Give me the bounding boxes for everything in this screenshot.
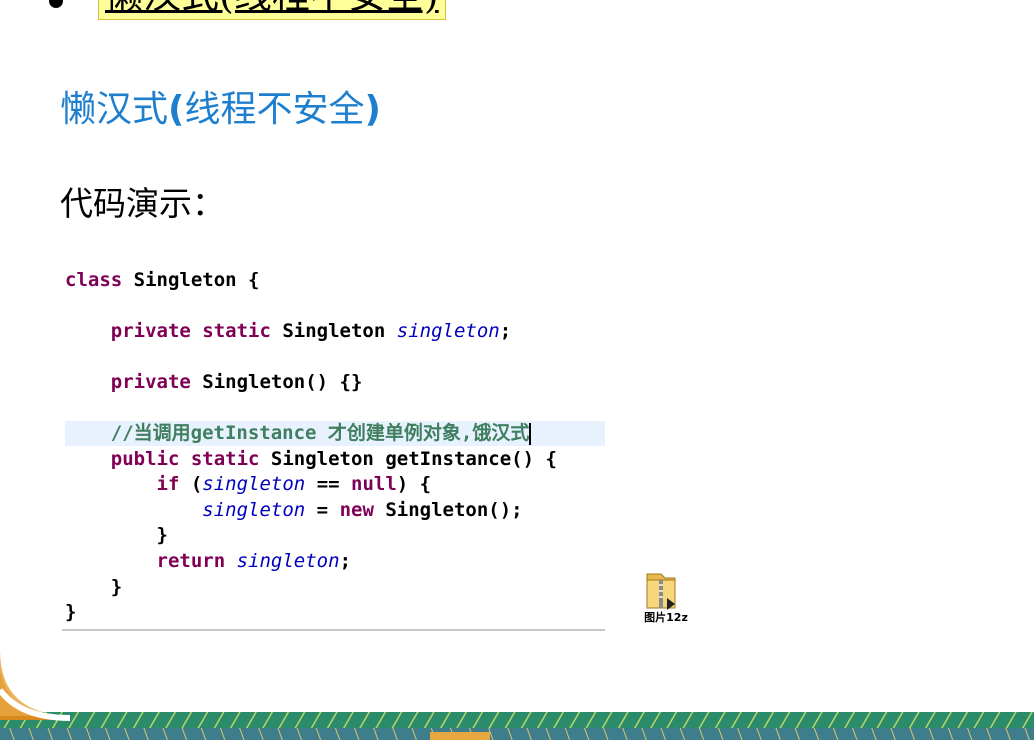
- code-snippet: class Singleton { private static Singlet…: [62, 265, 605, 631]
- code-field: singleton: [202, 473, 306, 495]
- code-keyword: return: [156, 550, 226, 572]
- section-title: 懒汉式(线程不安全): [60, 86, 381, 134]
- code-text: (: [179, 473, 203, 495]
- code-line-7: singleton = new Singleton();: [65, 498, 605, 523]
- code-keyword: public static: [110, 448, 260, 470]
- code-line-6: if (singleton == null) {: [65, 472, 605, 497]
- code-line-8: }: [65, 523, 605, 548]
- code-text: }: [110, 576, 123, 598]
- code-text: ==: [305, 473, 352, 495]
- code-text: }: [156, 524, 168, 546]
- code-text: Singleton();: [373, 499, 523, 521]
- code-text: =: [305, 499, 340, 521]
- code-text: Singleton getInstance() {: [259, 448, 557, 470]
- code-field: singleton: [396, 320, 500, 342]
- code-text: }: [65, 601, 77, 623]
- section-title-main: 懒汉式: [60, 89, 169, 130]
- code-text: ;: [499, 320, 512, 342]
- code-text: ;: [339, 550, 352, 572]
- code-line-3: private Singleton() {}: [65, 370, 605, 395]
- previous-heading: 懒汉式(线程不安全): [98, 0, 446, 20]
- code-line-5: public static Singleton getInstance() {: [65, 447, 605, 472]
- code-keyword: new: [339, 499, 374, 521]
- code-comment: //当调用getInstance 才创建单例对象,饿汉式: [110, 422, 530, 444]
- code-field: singleton: [236, 550, 340, 572]
- code-line-10: }: [65, 575, 605, 600]
- code-line-2: private static Singleton singleton;: [65, 319, 605, 344]
- code-keyword: private: [110, 371, 191, 393]
- section-title-paren-open: (: [168, 89, 185, 130]
- code-line-1: class Singleton {: [65, 268, 605, 293]
- code-text: Singleton() {}: [190, 371, 363, 393]
- code-keyword: class: [65, 269, 123, 291]
- code-line-4-highlighted: //当调用getInstance 才创建单例对象,饿汉式: [65, 421, 605, 446]
- code-keyword: if: [156, 473, 180, 495]
- decorative-footer-band: [0, 650, 1034, 740]
- code-text: Singleton: [270, 320, 397, 342]
- code-keyword: null: [351, 473, 397, 495]
- code-demo-label: 代码演示：: [60, 184, 225, 223]
- attachment-label[interactable]: 图片12z: [638, 609, 694, 625]
- code-line-11: }: [65, 600, 605, 625]
- section-title-paren-close: ): [364, 89, 381, 130]
- code-keyword: private static: [110, 320, 271, 342]
- section-title-sub: 线程不安全: [184, 89, 365, 130]
- code-field: singleton: [202, 499, 306, 521]
- code-text: Singleton {: [122, 269, 260, 291]
- code-line-9: return singleton;: [65, 549, 605, 574]
- code-text: ) {: [396, 473, 432, 495]
- bullet-dot: [49, 0, 63, 8]
- text-cursor: [529, 422, 532, 445]
